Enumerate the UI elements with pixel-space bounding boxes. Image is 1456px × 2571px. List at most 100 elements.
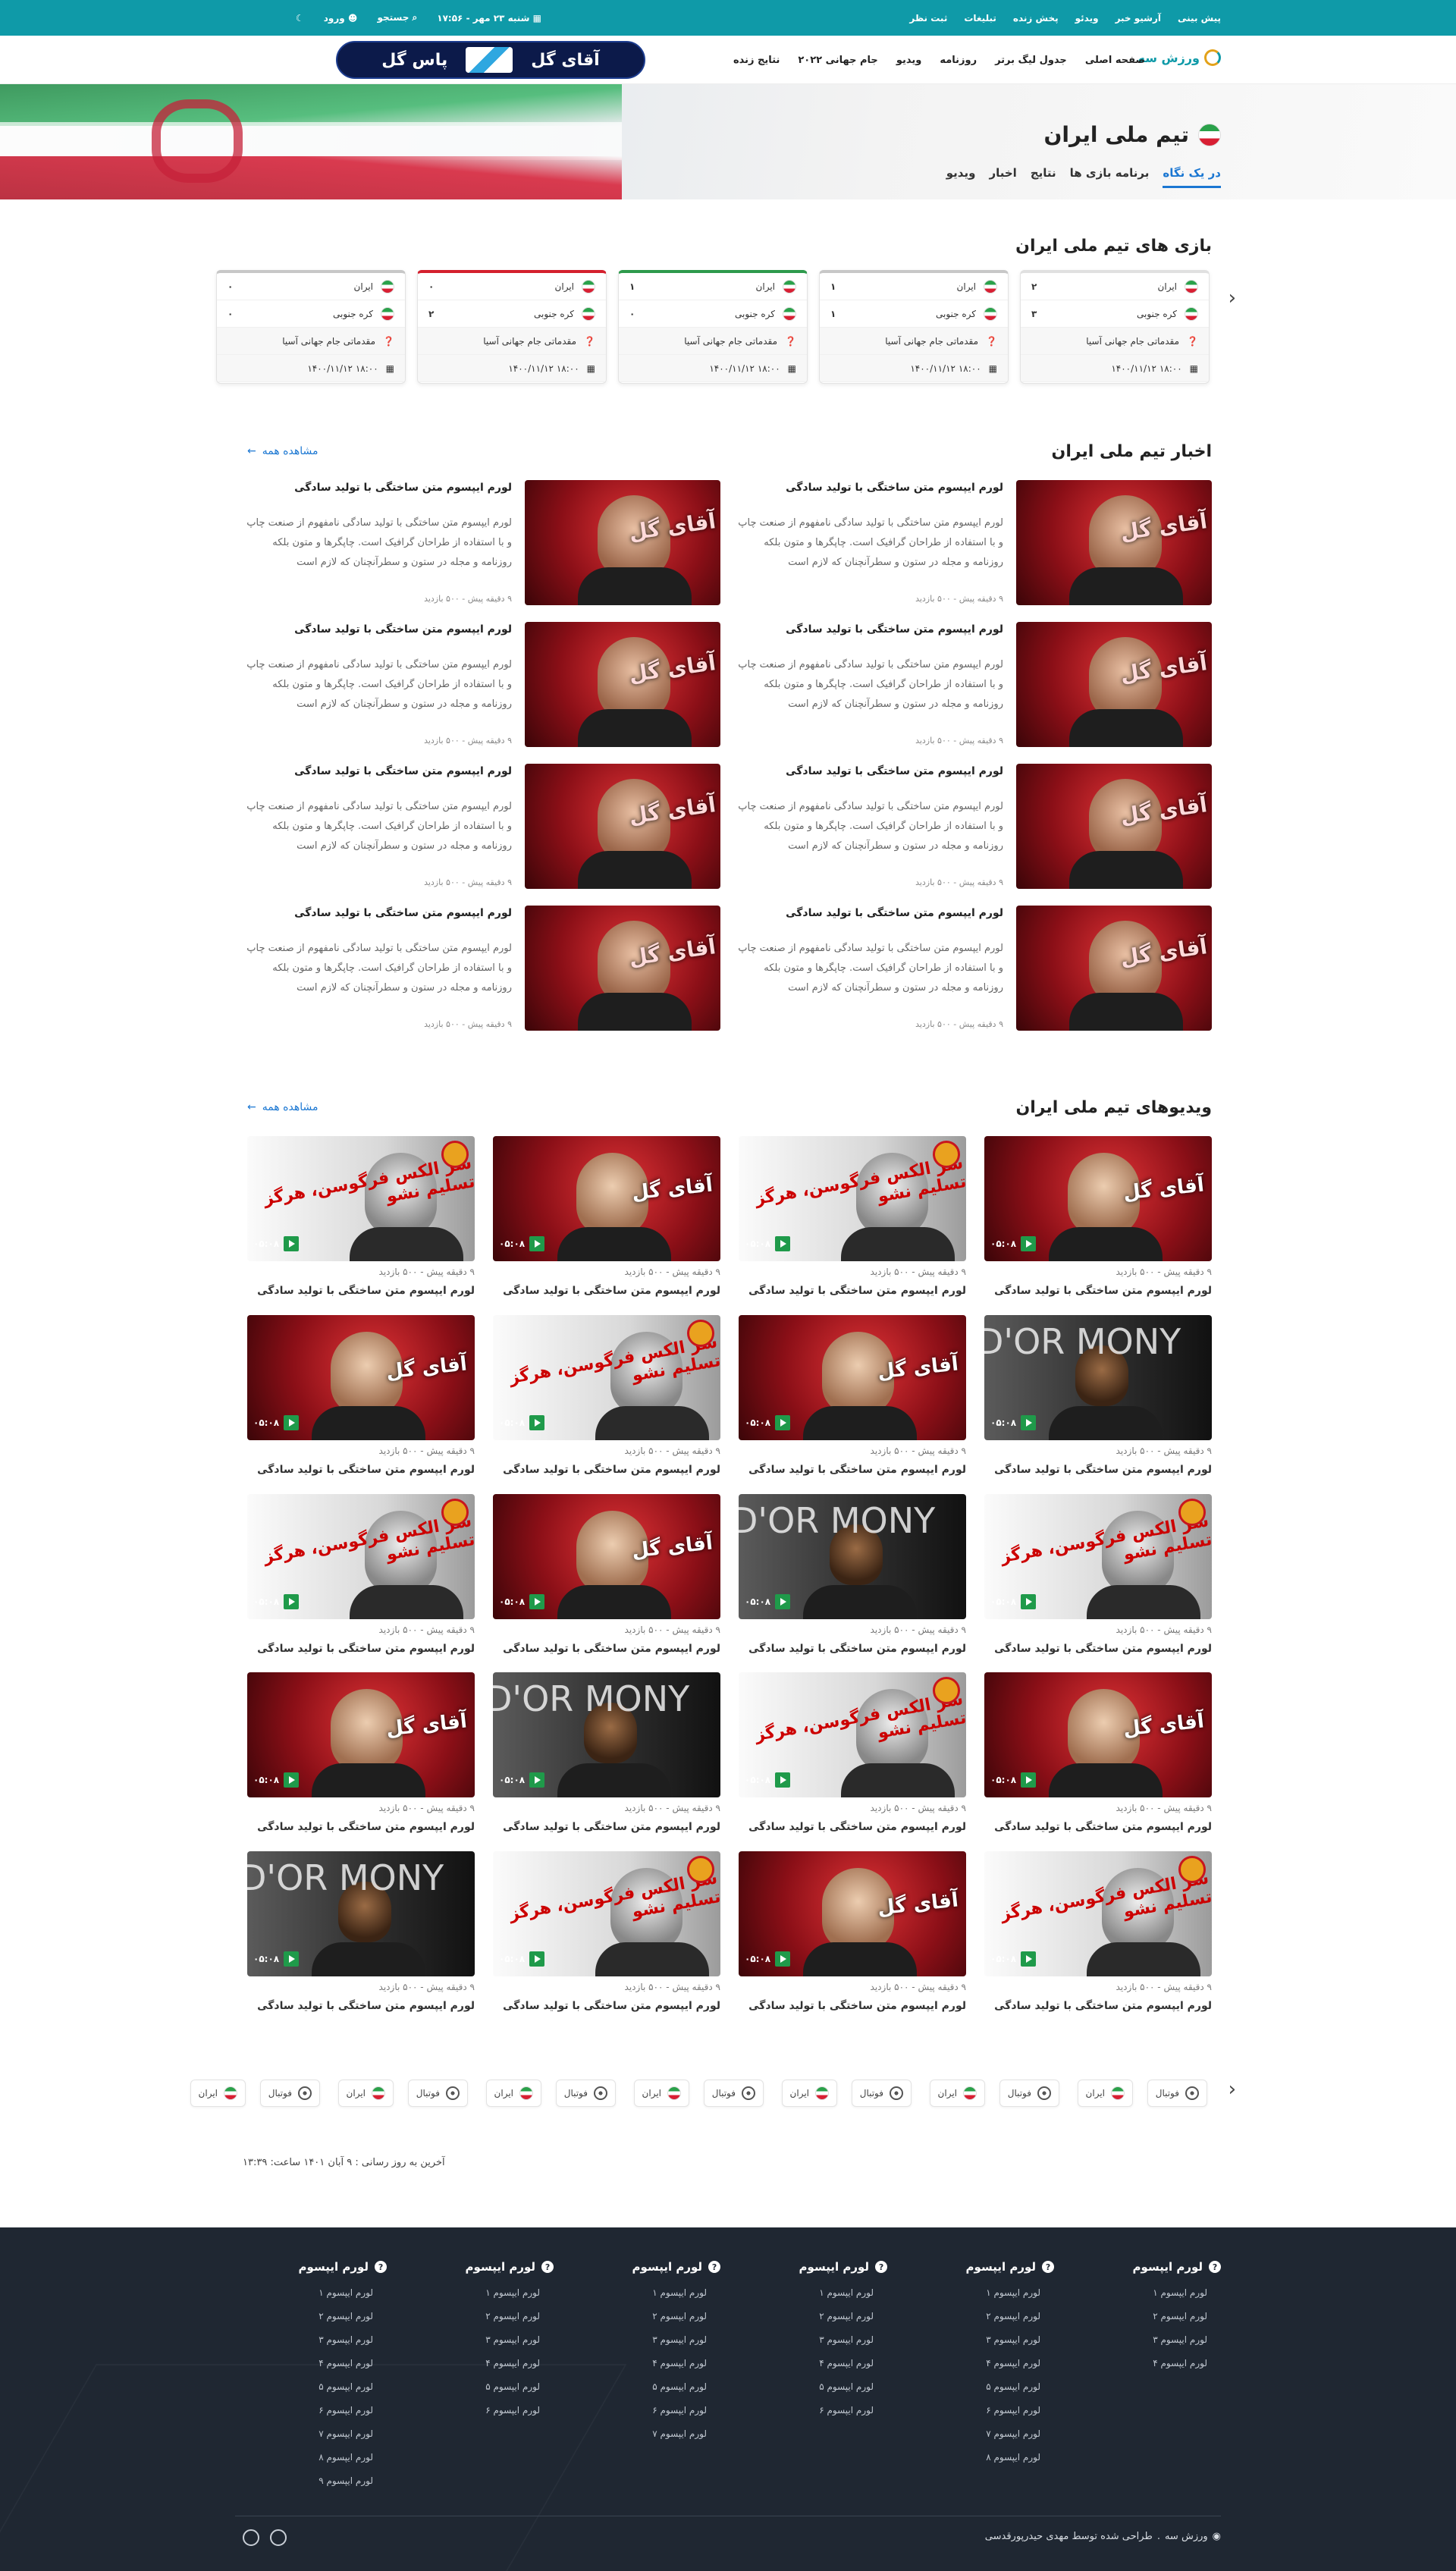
video-thumbnail[interactable]: آقای گل ۰۵:۰۸ — [493, 1494, 720, 1619]
footer-link[interactable]: لورم ایپسوم ۱ — [1130, 2281, 1221, 2305]
footer-link[interactable]: لورم ایپسوم ۲ — [963, 2305, 1054, 2328]
play-icon[interactable] — [775, 1951, 791, 1967]
news-title[interactable]: لورم ایپسوم متن ساختگی با تولید سادگی — [730, 482, 1003, 494]
footer-link[interactable]: لورم ایپسوم ۵ — [629, 2375, 720, 2399]
video-thumbnail[interactable]: آقای گل ۰۵:۰۸ — [739, 1315, 966, 1440]
video-thumbnail[interactable]: D'OR MONY ۰۵:۰۸ — [739, 1494, 966, 1619]
video-title[interactable]: لورم ایپسوم متن ساختگی با تولید سادگی — [994, 1464, 1212, 1476]
footer-link[interactable]: لورم ایپسوم ۵ — [796, 2375, 887, 2399]
play-icon[interactable] — [529, 1951, 545, 1967]
tag-chip[interactable]: فوتبال — [851, 2080, 912, 2107]
footer-link[interactable]: لورم ایپسوم ۵ — [296, 2375, 387, 2399]
video-thumbnail[interactable]: سر الکس فرگوسن، هرگز تسلیم نشو ۰۵:۰۸ — [247, 1494, 475, 1619]
play-icon[interactable] — [775, 1415, 791, 1430]
footer-link[interactable]: لورم ایپسوم ۶ — [629, 2399, 720, 2422]
news-thumbnail[interactable]: آقای گل — [525, 764, 720, 889]
news-item[interactable]: آقای گل لورم ایپسوم متن ساختگی با تولید س… — [726, 764, 1212, 889]
video-title[interactable]: لورم ایپسوم متن ساختگی با تولید سادگی — [257, 1643, 475, 1655]
video-thumbnail[interactable]: سر الکس فرگوسن، هرگز تسلیم نشو ۰۵:۰۸ — [247, 1136, 475, 1261]
video-thumbnail[interactable]: D'OR MONY ۰۵:۰۸ — [984, 1315, 1212, 1440]
footer-link[interactable]: لورم ایپسوم ۳ — [796, 2328, 887, 2352]
footer-link[interactable]: لورم ایپسوم ۴ — [1130, 2352, 1221, 2375]
video-thumbnail[interactable]: آقای گل ۰۵:۰۸ — [493, 1136, 720, 1261]
footer-link[interactable]: لورم ایپسوم ۷ — [963, 2422, 1054, 2446]
match-card[interactable]: ایران ۱ کره جنوبی ۰ ❓ مقدماتی جام جهانی آسیا ▦… — [618, 270, 808, 384]
match-card[interactable]: ایران ۰ کره جنوبی ۲ ❓ مقدماتی جام جهانی آسیا ▦… — [417, 270, 607, 384]
video-title[interactable]: لورم ایپسوم متن ساختگی با تولید سادگی — [748, 1285, 966, 1297]
nav-item[interactable]: جام جهانی ۲۰۲۲ — [798, 55, 877, 66]
brand-banner[interactable]: آقای گل پاس گل — [336, 41, 645, 79]
play-icon[interactable] — [284, 1951, 300, 1967]
news-item[interactable]: آقای گل لورم ایپسوم متن ساختگی با تولید س… — [235, 764, 720, 889]
footer-link[interactable]: لورم ایپسوم ۲ — [796, 2305, 887, 2328]
instagram-icon[interactable] — [270, 2529, 287, 2546]
play-icon[interactable] — [529, 1594, 545, 1609]
video-item[interactable]: آقای گل ۰۵:۰۸ ۹ دقیقه پیش - ۵۰۰ بازدید لورم… — [984, 1672, 1212, 1847]
top-link[interactable]: پیش بینی — [1178, 13, 1221, 24]
news-item[interactable]: آقای گل لورم ایپسوم متن ساختگی با تولید س… — [235, 480, 720, 605]
nav-item[interactable]: نتایج زنده — [733, 55, 780, 66]
footer-link[interactable]: لورم ایپسوم ۹ — [296, 2469, 387, 2493]
video-thumbnail[interactable]: آقای گل ۰۵:۰۸ — [984, 1672, 1212, 1797]
footer-link[interactable]: لورم ایپسوم ۵ — [963, 2375, 1054, 2399]
play-icon[interactable] — [284, 1236, 300, 1251]
telegram-icon[interactable] — [243, 2529, 259, 2546]
tag-chip[interactable]: فوتبال — [407, 2080, 468, 2107]
play-icon[interactable] — [775, 1594, 791, 1609]
video-item[interactable]: سر الکس فرگوسن، هرگز تسلیم نشو ۰۵:۰۸ ۹ دقی… — [984, 1851, 1212, 2026]
video-item[interactable]: سر الکس فرگوسن، هرگز تسلیم نشو ۰۵:۰۸ ۹ دقی… — [247, 1136, 475, 1311]
news-thumbnail[interactable]: آقای گل — [1016, 480, 1212, 605]
video-title[interactable]: لورم ایپسوم متن ساختگی با تولید سادگی — [994, 1285, 1212, 1297]
footer-link[interactable]: لورم ایپسوم ۴ — [629, 2352, 720, 2375]
tag-chip[interactable]: ایران — [190, 2080, 246, 2107]
video-thumbnail[interactable]: سر الکس فرگوسن، هرگز تسلیم نشو ۰۵:۰۸ — [493, 1315, 720, 1440]
play-icon[interactable] — [775, 1236, 791, 1251]
footer-link[interactable]: لورم ایپسوم ۷ — [296, 2422, 387, 2446]
news-item[interactable]: آقای گل لورم ایپسوم متن ساختگی با تولید س… — [235, 906, 720, 1031]
news-title[interactable]: لورم ایپسوم متن ساختگی با تولید سادگی — [730, 765, 1003, 777]
footer-link[interactable]: لورم ایپسوم ۲ — [463, 2305, 554, 2328]
play-icon[interactable] — [284, 1594, 300, 1609]
tab-results[interactable]: نتایج — [1031, 166, 1056, 188]
match-card[interactable]: ایران ۱ کره جنوبی ۱ ❓ مقدماتی جام جهانی آسیا ▦… — [819, 270, 1009, 384]
footer-link[interactable]: لورم ایپسوم ۱ — [629, 2281, 720, 2305]
video-title[interactable]: لورم ایپسوم متن ساختگی با تولید سادگی — [503, 1643, 720, 1655]
news-item[interactable]: آقای گل لورم ایپسوم متن ساختگی با تولید س… — [726, 480, 1212, 605]
news-title[interactable]: لورم ایپسوم متن ساختگی با تولید سادگی — [239, 482, 512, 494]
footer-link[interactable]: لورم ایپسوم ۵ — [463, 2375, 554, 2399]
video-thumbnail[interactable]: سر الکس فرگوسن، هرگز تسلیم نشو ۰۵:۰۸ — [984, 1494, 1212, 1619]
tag-chip[interactable]: ایران — [337, 2080, 394, 2107]
news-title[interactable]: لورم ایپسوم متن ساختگی با تولید سادگی — [730, 907, 1003, 919]
news-see-all-link[interactable]: مشاهده همه ← — [247, 445, 318, 457]
videos-see-all-link[interactable]: مشاهده همه ← — [247, 1101, 318, 1113]
video-title[interactable]: لورم ایپسوم متن ساختگی با تولید سادگی — [257, 1464, 475, 1476]
video-title[interactable]: لورم ایپسوم متن ساختگی با تولید سادگی — [994, 1821, 1212, 1833]
tag-chip[interactable]: فوتبال — [555, 2080, 616, 2107]
footer-link[interactable]: لورم ایپسوم ۴ — [796, 2352, 887, 2375]
news-title[interactable]: لورم ایپسوم متن ساختگی با تولید سادگی — [239, 765, 512, 777]
footer-link[interactable]: لورم ایپسوم ۳ — [463, 2328, 554, 2352]
news-title[interactable]: لورم ایپسوم متن ساختگی با تولید سادگی — [239, 623, 512, 636]
video-title[interactable]: لورم ایپسوم متن ساختگی با تولید سادگی — [503, 1821, 720, 1833]
tag-chip[interactable]: ایران — [781, 2080, 837, 2107]
play-icon[interactable] — [1021, 1415, 1037, 1430]
video-title[interactable]: لورم ایپسوم متن ساختگی با تولید سادگی — [257, 1821, 475, 1833]
video-title[interactable]: لورم ایپسوم متن ساختگی با تولید سادگی — [257, 2000, 475, 2012]
video-item[interactable]: سر الکس فرگوسن، هرگز تسلیم نشو ۰۵:۰۸ ۹ دقی… — [493, 1851, 720, 2026]
play-icon[interactable] — [1021, 1772, 1037, 1788]
top-link[interactable]: ویدئو — [1075, 13, 1099, 24]
news-item[interactable]: آقای گل لورم ایپسوم متن ساختگی با تولید س… — [726, 622, 1212, 747]
news-thumbnail[interactable]: آقای گل — [525, 906, 720, 1031]
tag-chip[interactable]: ایران — [1077, 2080, 1133, 2107]
match-card[interactable]: ایران ۰ کره جنوبی ۰ ❓ مقدماتی جام جهانی آسیا ▦… — [216, 270, 406, 384]
top-link[interactable]: تبلیغات — [964, 13, 996, 24]
video-item[interactable]: آقای گل ۰۵:۰۸ ۹ دقیقه پیش - ۵۰۰ بازدید لورم… — [984, 1136, 1212, 1311]
footer-link[interactable]: لورم ایپسوم ۱ — [463, 2281, 554, 2305]
video-item[interactable]: آقای گل ۰۵:۰۸ ۹ دقیقه پیش - ۵۰۰ بازدید لورم… — [739, 1315, 966, 1490]
login-button[interactable]: ☻ ورود — [324, 13, 358, 24]
search-button[interactable]: ⌕ جستجو — [377, 12, 417, 24]
footer-link[interactable]: لورم ایپسوم ۶ — [963, 2399, 1054, 2422]
footer-link[interactable]: لورم ایپسوم ۶ — [463, 2399, 554, 2422]
news-thumbnail[interactable]: آقای گل — [1016, 622, 1212, 747]
news-item[interactable]: آقای گل لورم ایپسوم متن ساختگی با تولید س… — [235, 622, 720, 747]
